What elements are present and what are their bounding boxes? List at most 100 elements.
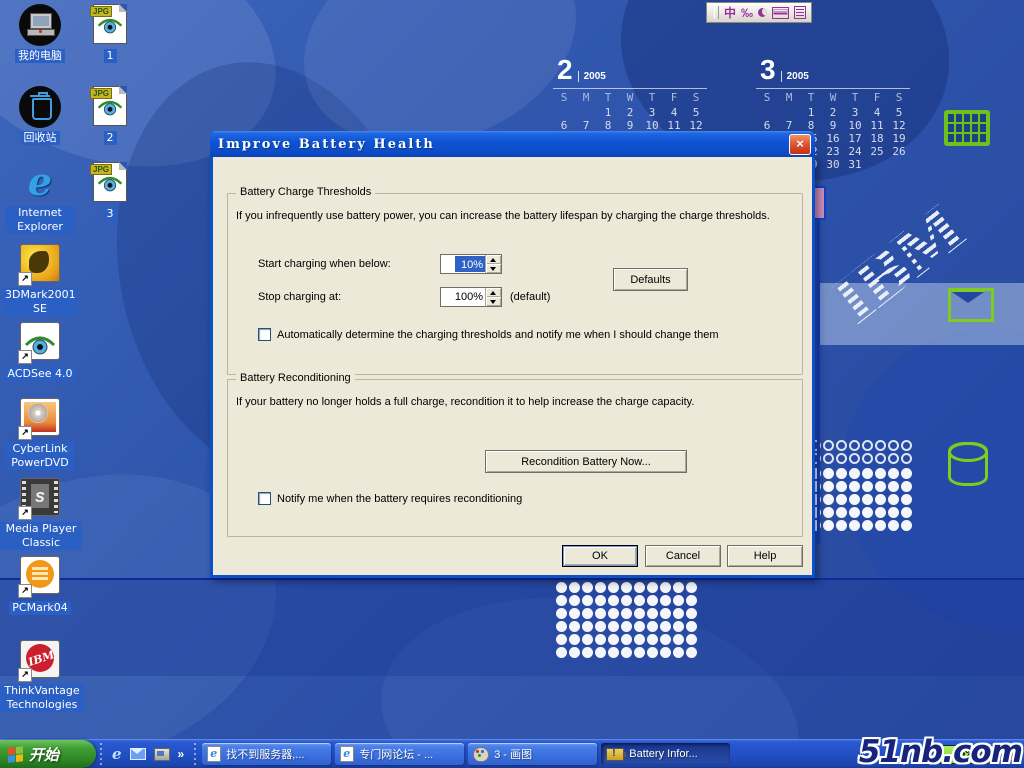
start-charging-label: Start charging when below: — [258, 258, 391, 270]
dot — [647, 634, 658, 645]
dot — [888, 494, 899, 505]
dot — [660, 582, 671, 593]
task-button-paint[interactable]: 3 - 画图 — [468, 743, 597, 765]
start-label: 开始 — [29, 744, 59, 765]
start-charging-spinbox[interactable]: 10% — [440, 254, 502, 274]
desktop-icon-powerdvd[interactable]: ↗ CyberLink PowerDVD — [0, 398, 80, 471]
calendar-day: 5 — [685, 106, 707, 119]
dot — [888, 453, 899, 464]
help-button[interactable]: Help — [727, 545, 803, 567]
language-bar[interactable]: 中 ‰ — [706, 2, 812, 23]
spin-up-button[interactable] — [486, 288, 501, 297]
desktop-icon-3dmark2001[interactable]: ↗ 3DMark2001 SE — [0, 244, 80, 317]
cancel-button[interactable]: Cancel — [645, 545, 721, 567]
dot — [621, 595, 632, 606]
dot — [836, 440, 847, 451]
task-label: Battery Infor... — [629, 748, 697, 760]
dot — [569, 608, 580, 619]
dot — [849, 494, 860, 505]
stop-charging-spinbox[interactable]: 100% — [440, 287, 502, 307]
bg-band — [0, 578, 1024, 676]
language-bar-grip[interactable] — [714, 6, 719, 19]
auto-threshold-checkbox[interactable] — [258, 328, 271, 341]
dot — [862, 440, 873, 451]
spin-down-button[interactable] — [486, 297, 501, 306]
dot-pattern-bottom — [556, 582, 697, 658]
keyboard-icon[interactable] — [772, 7, 789, 19]
quick-launch-mail-icon[interactable] — [130, 748, 146, 760]
desktop-icon-jpg-1[interactable]: JPG 1 — [80, 4, 140, 64]
dot — [673, 595, 684, 606]
spin-down-button[interactable] — [486, 264, 501, 273]
notify-recondition-checkbox-row[interactable]: Notify me when the battery requires reco… — [258, 492, 522, 505]
desktop-icon-pcmark04[interactable]: ↗ PCMark04 — [0, 556, 80, 616]
dot — [608, 621, 619, 632]
quick-launch-show-desktop-icon[interactable] — [154, 748, 170, 761]
my-computer-icon — [19, 4, 61, 46]
ime-mode-icon[interactable]: 中 — [724, 7, 736, 19]
database-cylinder-icon — [948, 442, 988, 486]
desktop-icon-recycle-bin[interactable]: 回收站 — [0, 86, 80, 146]
calendar-day: 11 — [866, 119, 888, 132]
dot — [556, 595, 567, 606]
dot — [647, 647, 658, 658]
taskbar-separator — [192, 743, 198, 765]
shortcut-arrow-icon: ↗ — [18, 584, 32, 598]
dot — [621, 647, 632, 658]
recondition-battery-button[interactable]: Recondition Battery Now... — [485, 450, 687, 473]
stop-charging-value[interactable]: 100% — [441, 288, 485, 306]
calendar-day-header: T — [844, 88, 866, 104]
defaults-button[interactable]: Defaults — [613, 268, 688, 291]
dot — [862, 494, 873, 505]
calendar-day — [866, 158, 888, 171]
task-label: 专门网论坛 - ... — [359, 746, 433, 762]
start-button[interactable]: 开始 — [0, 740, 96, 768]
dot — [836, 453, 847, 464]
start-charging-value[interactable]: 10% — [455, 256, 485, 272]
quick-launch-overflow-chevron[interactable]: » — [178, 747, 185, 761]
dot — [634, 595, 645, 606]
dot — [849, 507, 860, 518]
site-watermark: 51nb.com — [859, 734, 1022, 768]
desktop-icon-internet-explorer[interactable]: e Internet Explorer — [0, 162, 80, 235]
notify-recondition-checkbox[interactable] — [258, 492, 271, 505]
punctuation-moon-icon[interactable] — [758, 8, 767, 17]
quick-launch-ie-icon[interactable]: e — [112, 745, 122, 763]
dot — [836, 481, 847, 492]
dot — [836, 468, 847, 479]
auto-threshold-checkbox-row[interactable]: Automatically determine the charging thr… — [258, 328, 718, 341]
desktop-icon-jpg-2[interactable]: JPG 2 — [80, 86, 140, 146]
ok-button[interactable]: OK — [562, 545, 638, 567]
dot-pattern-right-outline — [810, 440, 912, 464]
task-button-forum[interactable]: 专门网论坛 - ... — [335, 743, 464, 765]
desktop-icon-my-computer[interactable]: 我的电脑 — [0, 4, 80, 64]
dot — [634, 647, 645, 658]
jpg-file-icon: JPG — [93, 162, 127, 202]
width-toggle-icon[interactable]: ‰ — [741, 7, 753, 19]
task-button-server-not-found[interactable]: 找不到服务器,... — [202, 743, 331, 765]
improve-battery-health-dialog: Improve Battery Health × Battery Charge … — [210, 157, 815, 578]
dot — [569, 595, 580, 606]
desktop-icon-media-player-classic[interactable]: s ↗ Media Player Classic — [0, 478, 80, 551]
calendar-day-header: F — [866, 88, 888, 104]
calendar-day — [778, 106, 800, 119]
shortcut-arrow-icon: ↗ — [18, 668, 32, 682]
desktop-icon-thinkvantage[interactable]: IBM ↗ ThinkVantage Technologies — [0, 640, 80, 713]
calendar-day: 3 — [844, 106, 866, 119]
desktop-icon-jpg-3[interactable]: JPG 3 — [80, 162, 140, 222]
spin-up-button[interactable] — [486, 255, 501, 264]
menu-icon[interactable] — [794, 6, 806, 19]
task-label: 找不到服务器,... — [226, 746, 304, 762]
task-button-battery-information[interactable]: Battery Infor... — [601, 743, 730, 765]
dot — [621, 621, 632, 632]
dot — [875, 507, 886, 518]
calendar-day: 2 — [619, 106, 641, 119]
dot — [823, 494, 834, 505]
desktop-icon-acdsee[interactable]: ↗ ACDSee 4.0 — [0, 322, 80, 382]
battery-icon — [606, 748, 624, 761]
dialog-titlebar[interactable]: Improve Battery Health × — [210, 131, 815, 157]
close-button[interactable]: × — [789, 134, 811, 155]
dot — [660, 647, 671, 658]
calendar-day: 1 — [597, 106, 619, 119]
calendar-day: 26 — [888, 145, 910, 158]
